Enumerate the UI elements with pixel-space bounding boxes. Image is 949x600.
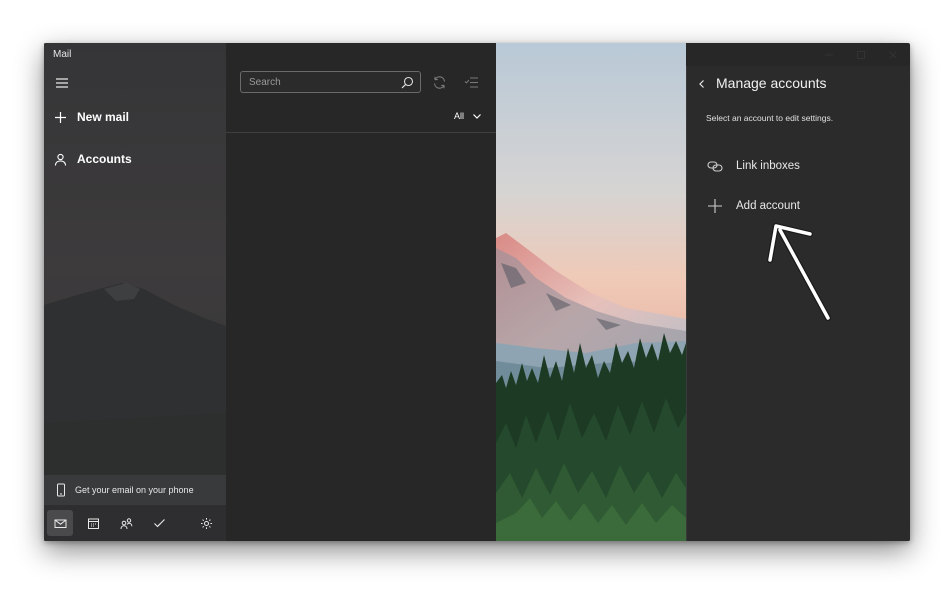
minimize-icon bbox=[825, 54, 833, 55]
accounts-button[interactable]: Accounts bbox=[54, 152, 132, 166]
new-mail-label: New mail bbox=[77, 110, 130, 124]
maximize-icon bbox=[857, 50, 865, 59]
people-icon bbox=[120, 517, 132, 529]
calendar-app-button[interactable] bbox=[80, 510, 106, 536]
plus-icon bbox=[55, 111, 66, 123]
close-button[interactable] bbox=[877, 43, 909, 66]
panel-title: Manage accounts bbox=[716, 75, 827, 91]
todo-app-button[interactable] bbox=[146, 510, 172, 536]
close-icon bbox=[889, 50, 897, 59]
add-account-label: Add account bbox=[736, 200, 800, 212]
calendar-icon bbox=[87, 518, 99, 529]
panel-subtitle: Select an account to edit settings. bbox=[706, 113, 834, 123]
search-input[interactable]: Search bbox=[240, 71, 421, 93]
filter-dropdown[interactable]: All bbox=[454, 111, 482, 121]
search-placeholder: Search bbox=[249, 77, 281, 88]
maximize-button[interactable] bbox=[845, 43, 877, 66]
app-switcher-bar bbox=[44, 505, 226, 541]
new-mail-button[interactable]: New mail bbox=[54, 110, 129, 124]
message-list-pane: Search All bbox=[226, 43, 496, 541]
mail-app-button[interactable] bbox=[47, 510, 73, 536]
plus-icon bbox=[708, 199, 722, 213]
link-inboxes-button[interactable]: Link inboxes bbox=[707, 158, 800, 174]
sync-icon[interactable] bbox=[432, 75, 447, 90]
selection-mode-icon[interactable] bbox=[464, 75, 479, 90]
navigation-pane: Mail New mail Accounts Get your email on… bbox=[44, 43, 226, 541]
search-icon[interactable] bbox=[401, 76, 414, 89]
accounts-label: Accounts bbox=[77, 152, 132, 166]
minimize-button[interactable] bbox=[813, 43, 845, 66]
hamburger-menu-icon[interactable] bbox=[55, 76, 69, 90]
phone-promo-button[interactable]: Get your email on your phone bbox=[44, 475, 226, 505]
link-inboxes-label: Link inboxes bbox=[736, 160, 800, 172]
filter-label: All bbox=[453, 111, 464, 121]
settings-icon bbox=[200, 517, 212, 529]
todo-icon bbox=[153, 518, 165, 527]
add-account-button[interactable]: Add account bbox=[707, 198, 800, 214]
list-divider bbox=[226, 132, 496, 133]
reading-pane-background bbox=[496, 43, 686, 541]
person-icon bbox=[54, 153, 67, 166]
manage-accounts-panel: Manage accounts Select an account to edi… bbox=[686, 66, 910, 541]
settings-button[interactable] bbox=[193, 510, 219, 536]
phone-icon bbox=[57, 483, 65, 497]
mountain-landscape-image bbox=[496, 43, 686, 541]
people-app-button[interactable] bbox=[113, 510, 139, 536]
mail-icon bbox=[54, 519, 66, 528]
link-icon bbox=[707, 161, 723, 172]
mail-window: Mail New mail Accounts Get your email on… bbox=[44, 43, 910, 541]
chevron-down-icon bbox=[473, 114, 481, 119]
back-arrow-icon[interactable] bbox=[697, 79, 707, 89]
app-title: Mail bbox=[53, 49, 72, 60]
phone-promo-text: Get your email on your phone bbox=[75, 485, 194, 495]
